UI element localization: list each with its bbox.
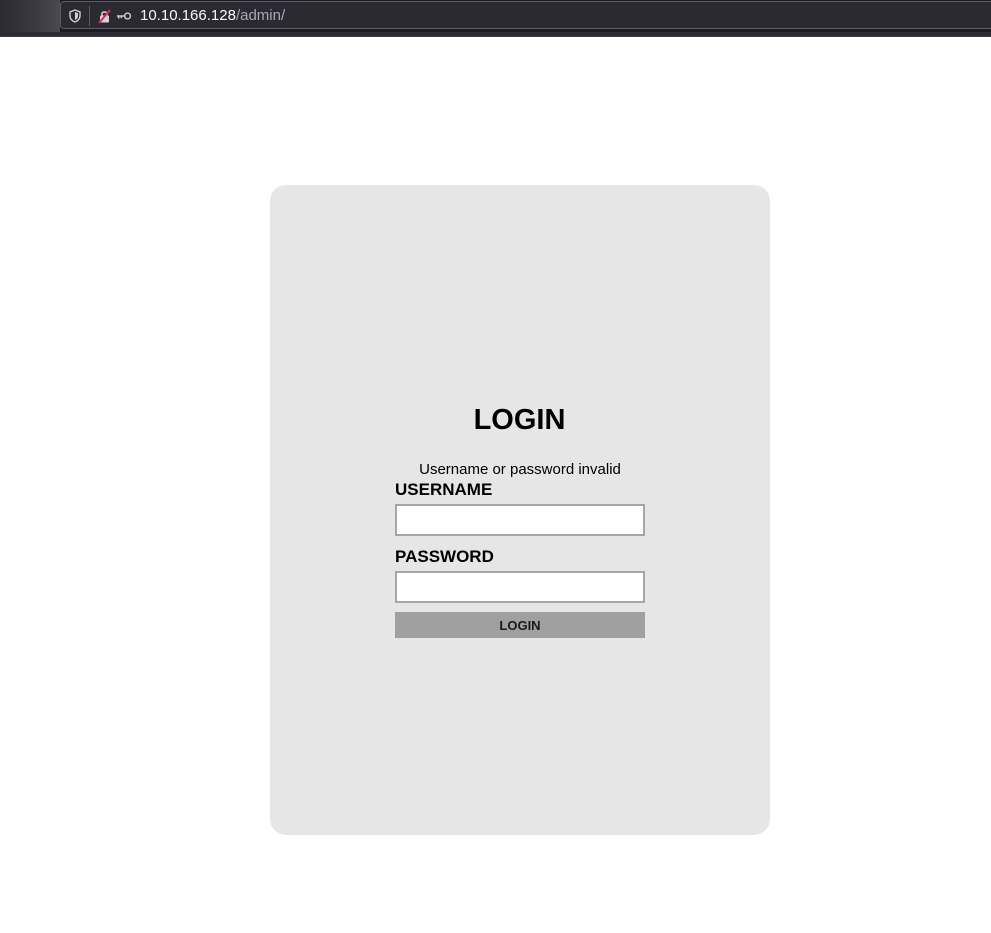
- url-text: 10.10.166.128/admin/: [140, 7, 285, 25]
- toolbar-left-area: [0, 0, 60, 32]
- toolbar-bottom-strip: [0, 32, 991, 36]
- login-title: LOGIN: [473, 404, 566, 436]
- url-host: 10.10.166.128: [140, 7, 236, 24]
- shield-icon[interactable]: [67, 8, 83, 24]
- key-icon[interactable]: [116, 8, 132, 24]
- address-bar-separator: [89, 6, 90, 26]
- error-message: Username or password invalid: [419, 461, 621, 478]
- username-input[interactable]: [395, 504, 645, 536]
- browser-toolbar: 10.10.166.128/admin/: [0, 0, 991, 37]
- username-label: USERNAME: [395, 480, 493, 499]
- insecure-lock-icon[interactable]: [96, 8, 112, 24]
- address-bar[interactable]: 10.10.166.128/admin/: [60, 1, 991, 29]
- password-label: PASSWORD: [395, 547, 494, 566]
- password-input[interactable]: [395, 571, 645, 603]
- url-path: /admin/: [235, 7, 286, 24]
- login-button[interactable]: LOGIN: [395, 612, 645, 638]
